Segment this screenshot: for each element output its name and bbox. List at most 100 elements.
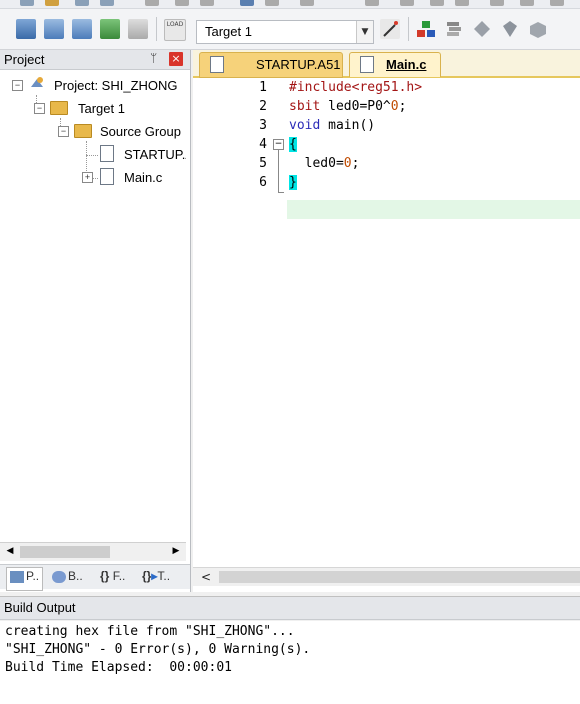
- tab-functions[interactable]: {} F..: [98, 567, 127, 591]
- collapse-icon[interactable]: −: [12, 80, 23, 91]
- toolbar-stub[interactable]: [490, 0, 504, 6]
- toolbar-stub[interactable]: [45, 0, 59, 6]
- project-icon: [28, 75, 44, 91]
- tab-templates[interactable]: {}▸T..: [140, 567, 172, 591]
- code-token: {: [289, 137, 297, 152]
- toolbar-stub[interactable]: [430, 0, 444, 6]
- code-token: ;: [398, 99, 407, 114]
- toolbar-stub[interactable]: [175, 0, 189, 6]
- code-line: void main(): [289, 118, 375, 137]
- toolbar-separator: [156, 17, 157, 41]
- stop-build-icon[interactable]: [128, 19, 148, 39]
- toolbar-stub[interactable]: [550, 0, 564, 6]
- target-folder-icon: [50, 101, 68, 115]
- target-select[interactable]: Target 1 ▼: [196, 20, 374, 44]
- code-token: 0: [343, 156, 352, 171]
- line-number: 2: [259, 99, 267, 114]
- configure-icon[interactable]: [528, 19, 548, 39]
- close-icon[interactable]: ×: [169, 52, 183, 66]
- pin-icon[interactable]: ᛘ: [150, 51, 157, 65]
- translate-icon[interactable]: [16, 19, 36, 39]
- tree-item-label: Target 1: [78, 101, 125, 116]
- tab-label: P..: [26, 569, 40, 583]
- scroll-right-icon[interactable]: ▶: [170, 545, 182, 558]
- toolbar-stub[interactable]: [240, 0, 254, 6]
- file-extensions-icon[interactable]: [444, 19, 464, 39]
- toolbar-stub[interactable]: [20, 0, 34, 6]
- scroll-thumb[interactable]: [20, 546, 110, 558]
- toolbar-stub[interactable]: [520, 0, 534, 6]
- code-token: }: [289, 175, 297, 190]
- code-token: void: [289, 118, 321, 133]
- toolbar-stub[interactable]: [265, 0, 279, 6]
- tab-books[interactable]: B..: [50, 567, 85, 591]
- current-line-highlight: [287, 200, 580, 219]
- menu-toolbar-strip: [0, 0, 580, 9]
- toolbar-stub[interactable]: [455, 0, 469, 6]
- components-icon: [417, 21, 435, 37]
- project-horizontal-scrollbar[interactable]: ◀ ▶: [0, 542, 186, 561]
- toolbar-stub[interactable]: [200, 0, 214, 6]
- chevron-down-icon[interactable]: ▼: [356, 21, 373, 43]
- box-icon: [530, 22, 546, 38]
- project-panel-header: Project ᛘ ×: [0, 50, 190, 70]
- toolbar-stub[interactable]: [400, 0, 414, 6]
- tab-label: B..: [68, 569, 83, 583]
- panel-title: Build Output: [4, 600, 76, 615]
- scroll-thumb[interactable]: [219, 571, 580, 583]
- expand-icon[interactable]: +: [82, 172, 93, 183]
- tab-label: STARTUP.A51: [256, 57, 341, 72]
- line-number: 5: [259, 156, 267, 171]
- file-icon: [210, 56, 224, 73]
- file-icon: [100, 145, 114, 162]
- gem-icon: [503, 21, 517, 37]
- fold-collapse-icon[interactable]: −: [273, 139, 284, 150]
- rebuild-icon[interactable]: [72, 19, 92, 39]
- code-line: {: [289, 137, 297, 156]
- code-line: #include<reg51.h>: [289, 80, 422, 99]
- line-number: 1: [259, 80, 267, 95]
- tab-project[interactable]: P..: [6, 567, 44, 591]
- code-editor[interactable]: 123456 #include<reg51.h> sbit led0=P0^0; v…: [193, 78, 580, 568]
- collapse-icon[interactable]: −: [34, 103, 45, 114]
- download-icon[interactable]: LOAD: [164, 19, 186, 41]
- collapse-icon[interactable]: −: [58, 126, 69, 137]
- target-options-icon[interactable]: [380, 19, 400, 39]
- tab-startup-a51[interactable]: STARTUP.A51: [199, 52, 343, 78]
- code-token: #include<reg51.h>: [289, 80, 423, 95]
- template-icon: {}: [142, 569, 152, 583]
- toolbar-stub[interactable]: [145, 0, 159, 6]
- fold-line: [278, 192, 284, 193]
- code-token: sbit: [289, 99, 321, 114]
- diamond-icon: [474, 21, 490, 37]
- scroll-left-icon[interactable]: <: [201, 570, 211, 584]
- scroll-left-icon[interactable]: ◀: [4, 545, 16, 558]
- build-icon[interactable]: [44, 19, 64, 39]
- folder-open-icon: [74, 124, 92, 138]
- toolbar-stub[interactable]: [300, 0, 314, 6]
- toolbar-stub[interactable]: [100, 0, 114, 6]
- manage-components-icon[interactable]: [416, 19, 436, 39]
- tree-item-source-group[interactable]: − Source Group: [56, 121, 186, 141]
- batch-build-icon[interactable]: [100, 19, 120, 39]
- toolbar-stub[interactable]: [75, 0, 89, 6]
- tree-item-file[interactable]: STARTUP.A51: [98, 144, 186, 164]
- load-label: LOAD: [166, 21, 184, 28]
- select-software-packs-icon[interactable]: [500, 19, 520, 39]
- pack-installer-icon[interactable]: [472, 19, 492, 39]
- tree-item-target[interactable]: − Target 1: [32, 98, 182, 118]
- output-line: creating hex file from "SHI_ZHONG"...: [5, 624, 295, 639]
- editor-panel: STARTUP.A51 Main.c 1 2 3 4 5 6 #include<reg51…: [193, 50, 580, 592]
- line-number: 4: [259, 137, 267, 152]
- tree-item-file[interactable]: + Main.c: [80, 167, 186, 187]
- code-token: led0=P0^: [320, 99, 391, 114]
- code-token: main(): [320, 118, 376, 133]
- editor-horizontal-scrollbar[interactable]: <: [193, 567, 580, 586]
- build-output-text[interactable]: creating hex file from "SHI_ZHONG"... "S…: [0, 621, 580, 704]
- tree-item-project[interactable]: − Project: SHI_ZHONG: [10, 75, 186, 95]
- code-token: led0=: [289, 156, 344, 171]
- toolbar-separator: [408, 17, 409, 41]
- tab-main-c[interactable]: Main.c: [349, 52, 441, 77]
- code-token: 0: [390, 99, 399, 114]
- toolbar-stub[interactable]: [365, 0, 379, 6]
